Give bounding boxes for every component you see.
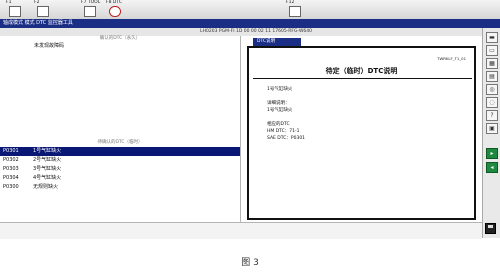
document-icon[interactable]: ▤: [486, 71, 498, 82]
figure-caption: 图 3: [241, 258, 259, 268]
doc-line: 相应的DTC: [267, 122, 290, 127]
right-toolbar: ▬ ▭ ▦ ▤ ◎ ◌ ? ▣ ▸ ◂: [482, 28, 500, 238]
dtc-code: P0304: [3, 175, 19, 181]
film-icon[interactable]: ▦: [486, 58, 498, 69]
dtc-code: P0303: [3, 166, 19, 172]
mode-title-bar: 轴成模式 模式 DTC 监控器工具: [0, 19, 500, 28]
save-icon[interactable]: [485, 223, 496, 234]
f8-label: F8 DTC: [106, 0, 122, 5]
dtc-description: 4号气缸缺火: [33, 175, 62, 181]
dtc-code: P0301: [3, 148, 19, 154]
mode-title: 轴成模式 模式 DTC 监控器工具: [3, 20, 73, 26]
doc-spacer: [267, 93, 305, 100]
folder-open-icon[interactable]: ▭: [486, 45, 498, 56]
dtc-list-panel: 确认的DTC（永久） 未发现故障码 待确认的DTC（临时） P0301 1号气缸缺…: [0, 36, 241, 222]
status-bar: [0, 222, 482, 239]
doc-line: 1号气缸缺火: [267, 108, 293, 113]
checklist-icon: [37, 6, 49, 17]
document-title: 待定（临时）DTC说明: [325, 67, 398, 75]
dtc-description: 2号气缸缺火: [33, 157, 62, 163]
print-icon: [289, 6, 301, 17]
f7-tool-button[interactable]: F7 TOOL: [81, 0, 103, 18]
dtc-document: TWRKLF_T1_01 待定（临时）DTC说明 1号气缸缺火 详细说明： 1号…: [247, 46, 476, 220]
no-dtc-message: 未发现故障码: [34, 43, 65, 49]
dtc-code: P0302: [3, 157, 19, 163]
document-id: TWRKLF_T1_01: [437, 56, 466, 61]
dtc-row-p0302[interactable]: P0302 2号气缸缺火: [0, 156, 240, 165]
folder-icon[interactable]: ▬: [486, 32, 498, 43]
doc-line: SAE DTC：P0301: [267, 136, 306, 141]
dtc-description: 1号气缸缺火: [33, 148, 62, 154]
pending-dtc-list: P0301 1号气缸缺火 P0302 2号气缸缺火 P0303 3号气缸缺火 P030…: [0, 147, 240, 192]
doc-line: 详细说明：: [267, 101, 290, 106]
dtc-description: 无规则缺火: [33, 184, 59, 190]
document-body: 1号气缸缺火 详细说明： 1号气缸缺火 相应的DTC HM DTC：71-1 S…: [267, 86, 305, 142]
doc-line: HM DTC：71-1: [267, 129, 300, 134]
pending-dtc-header: 待确认的DTC（临时）: [97, 140, 143, 145]
top-toolbar: F1 F2 F7 TOOL F8 DTC F12: [0, 0, 500, 20]
book-icon[interactable]: ▣: [486, 123, 498, 134]
f12-label: F12: [286, 0, 295, 5]
tab-dtc-description[interactable]: DTC说明: [253, 38, 301, 46]
vehicle-info-text: LH0203 PGM-FI 1D 00 00 02 11 17605-RFG-W…: [200, 29, 312, 34]
dtc-description-panel: DTC说明 TWRKLF_T1_01 待定（临时）DTC说明 1号气缸缺火 详细…: [241, 36, 482, 222]
doc-line: 1号气缸缺火: [267, 87, 293, 92]
dtc-code: P0300: [3, 184, 19, 190]
dtc-description: 3号气缸缺火: [33, 166, 62, 172]
f12-button[interactable]: F12: [286, 0, 303, 18]
dtc-row-p0303[interactable]: P0303 3号气缸缺火: [0, 165, 240, 174]
f7-label: F7 TOOL: [81, 0, 101, 5]
zoom-out-icon[interactable]: ◌: [486, 97, 498, 108]
title-divider: [253, 78, 472, 79]
dtc-row-p0304[interactable]: P0304 4号气缸缺火: [0, 174, 240, 183]
tool-icon: [84, 6, 96, 17]
doc-spacer: [267, 114, 305, 121]
help-icon[interactable]: ?: [486, 110, 498, 121]
f2-button[interactable]: F2: [34, 0, 51, 18]
help-book-icon: [9, 6, 21, 17]
dtc-icon: [109, 6, 121, 17]
f1-label: F1: [6, 0, 12, 5]
f8-dtc-button[interactable]: F8 DTC: [106, 0, 128, 18]
prev-page-icon[interactable]: ◂: [486, 162, 498, 173]
dtc-row-p0300[interactable]: P0300 无规则缺火: [0, 183, 240, 192]
dtc-row-p0301[interactable]: P0301 1号气缸缺火: [0, 147, 240, 156]
zoom-icon[interactable]: ◎: [486, 84, 498, 95]
next-page-icon[interactable]: ▸: [486, 148, 498, 159]
f2-label: F2: [34, 0, 40, 5]
f1-button[interactable]: F1: [6, 0, 23, 18]
